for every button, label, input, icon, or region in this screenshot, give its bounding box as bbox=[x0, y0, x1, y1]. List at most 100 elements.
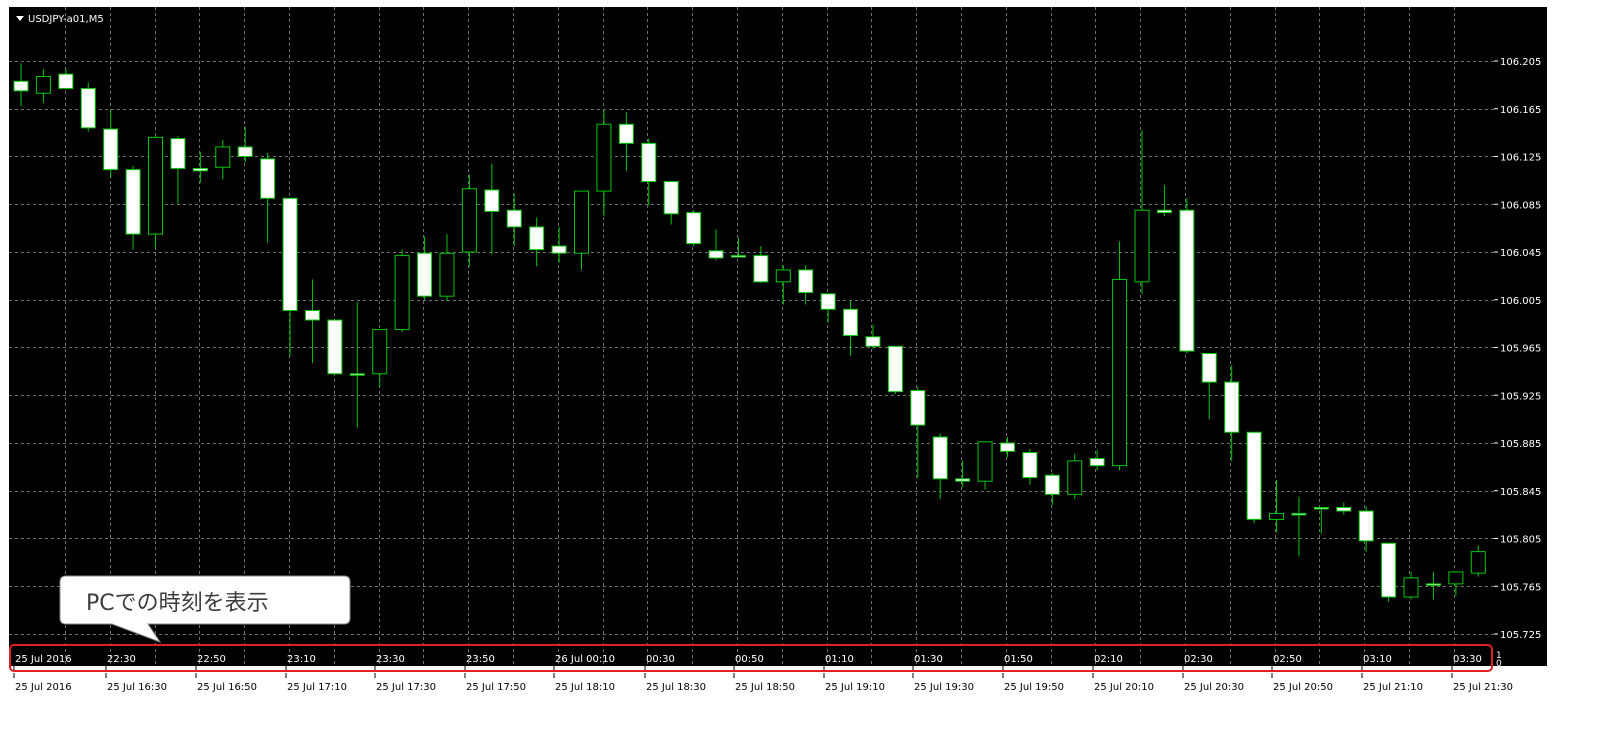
candle-body bbox=[1403, 577, 1419, 598]
chart-window: 106.205 106.165 106.125 106.085 106.045 106.0… bbox=[0, 0, 1613, 739]
price-tick-label: 106.085 bbox=[1500, 200, 1541, 211]
candle bbox=[1381, 542, 1397, 602]
candle-body bbox=[192, 167, 208, 172]
candle-body bbox=[125, 169, 141, 235]
candle-body bbox=[1470, 551, 1486, 574]
candle-body bbox=[1134, 209, 1150, 283]
candle-body bbox=[461, 188, 477, 253]
candle-body bbox=[955, 478, 971, 482]
candle-body bbox=[80, 87, 96, 129]
pc-time-label: 01:30 bbox=[914, 654, 943, 665]
pc-time-label: 22:50 bbox=[197, 654, 226, 665]
candle-body bbox=[327, 319, 343, 375]
price-tick-label: 106.005 bbox=[1500, 296, 1541, 307]
server-time-label: 25 Jul 20:10 bbox=[1094, 682, 1154, 693]
price-tick-label: 105.965 bbox=[1500, 344, 1541, 355]
candle-body bbox=[1425, 583, 1441, 586]
candle-body bbox=[1358, 510, 1374, 542]
candle-body bbox=[13, 80, 29, 92]
price-tick-label: 105.925 bbox=[1500, 391, 1541, 402]
chart-title[interactable]: USDJPY-a01,M5 bbox=[16, 14, 104, 25]
candle-body bbox=[865, 336, 881, 347]
candle-body bbox=[1269, 512, 1285, 520]
candle-body bbox=[260, 158, 276, 199]
server-time-label: 25 Jul 18:30 bbox=[646, 682, 706, 693]
candle-body bbox=[394, 255, 410, 331]
pc-time-label: 03:10 bbox=[1363, 654, 1392, 665]
candle-body bbox=[1246, 431, 1262, 520]
price-tick-label: 106.165 bbox=[1500, 105, 1541, 116]
candle bbox=[148, 136, 164, 248]
pc-time-label: 02:50 bbox=[1273, 654, 1302, 665]
candle-body bbox=[820, 293, 836, 310]
pc-time-label: 01:10 bbox=[825, 654, 854, 665]
server-time-label: 25 Jul 17:10 bbox=[287, 682, 347, 693]
candle bbox=[686, 210, 702, 247]
candle bbox=[1246, 431, 1262, 523]
candle-body bbox=[1022, 452, 1038, 479]
candle-body bbox=[1179, 209, 1195, 352]
candle-body bbox=[1156, 209, 1172, 214]
candle-body bbox=[282, 197, 298, 311]
candle-body bbox=[215, 146, 231, 168]
server-time-label: 25 Jul 19:30 bbox=[914, 682, 974, 693]
candle bbox=[1179, 198, 1195, 354]
pc-time-label: 26 Jul 00:10 bbox=[555, 654, 615, 665]
pc-time-label: 22:30 bbox=[107, 654, 136, 665]
pc-time-label: 03:30 bbox=[1453, 654, 1482, 665]
candle-body bbox=[103, 128, 119, 171]
pc-time-label: 00:30 bbox=[646, 654, 675, 665]
candle-body bbox=[843, 308, 859, 337]
server-time-label: 25 Jul 19:50 bbox=[1004, 682, 1064, 693]
candle-body bbox=[618, 123, 634, 144]
candle-body bbox=[910, 389, 926, 426]
candle-body bbox=[1112, 278, 1128, 467]
candle-body bbox=[798, 269, 814, 294]
candle bbox=[887, 345, 903, 395]
candle-body bbox=[686, 212, 702, 245]
candle-body bbox=[1224, 381, 1240, 433]
candle-body bbox=[349, 373, 365, 376]
candle-body bbox=[439, 252, 455, 297]
server-time-label: 25 Jul 20:50 bbox=[1273, 682, 1333, 693]
price-tick-label: 105.725 bbox=[1500, 630, 1541, 641]
pc-time-label: 23:50 bbox=[466, 654, 495, 665]
candle-body bbox=[506, 209, 522, 228]
price-tick-label: 105.885 bbox=[1500, 439, 1541, 450]
candle-body bbox=[484, 189, 500, 212]
price-tick-label: 106.205 bbox=[1500, 57, 1541, 68]
subwindow-scale-bottom: 0 bbox=[1496, 659, 1502, 669]
server-time-label: 25 Jul 20:30 bbox=[1184, 682, 1244, 693]
candle-body bbox=[35, 76, 51, 94]
price-tick-label: 105.805 bbox=[1500, 535, 1541, 546]
server-time-label: 25 Jul 16:30 bbox=[107, 682, 167, 693]
candle-body bbox=[887, 345, 903, 393]
candle-body bbox=[1381, 542, 1397, 598]
candle-body bbox=[1336, 506, 1352, 512]
candle-body bbox=[932, 436, 948, 480]
pc-time-label: 01:50 bbox=[1004, 654, 1033, 665]
pc-time-label: 00:50 bbox=[735, 654, 764, 665]
candle-body bbox=[237, 146, 253, 157]
pc-time-label: 25 Jul 2016 bbox=[15, 654, 72, 665]
candle-body bbox=[1067, 460, 1083, 495]
server-time-label: 25 Jul 18:50 bbox=[735, 682, 795, 693]
pc-time-label: 02:10 bbox=[1094, 654, 1123, 665]
candle-body bbox=[663, 181, 679, 215]
candle-body bbox=[148, 136, 164, 235]
server-time-label: 25 Jul 2016 bbox=[15, 682, 72, 693]
candle-body bbox=[551, 245, 567, 254]
candle bbox=[1067, 453, 1083, 500]
pc-time-label: 23:30 bbox=[376, 654, 405, 665]
candle-body bbox=[708, 250, 724, 259]
candle-body bbox=[1201, 352, 1217, 383]
candle-body bbox=[1448, 571, 1464, 585]
server-time-label: 25 Jul 19:10 bbox=[825, 682, 885, 693]
candle-body bbox=[641, 142, 657, 183]
chart-plot-area[interactable] bbox=[9, 7, 1494, 666]
candle-body bbox=[417, 252, 433, 297]
callout-text: PCでの時刻を表示 bbox=[86, 591, 269, 616]
candle bbox=[394, 249, 410, 332]
server-time-label: 25 Jul 18:10 bbox=[555, 682, 615, 693]
candle-body bbox=[1044, 474, 1060, 495]
